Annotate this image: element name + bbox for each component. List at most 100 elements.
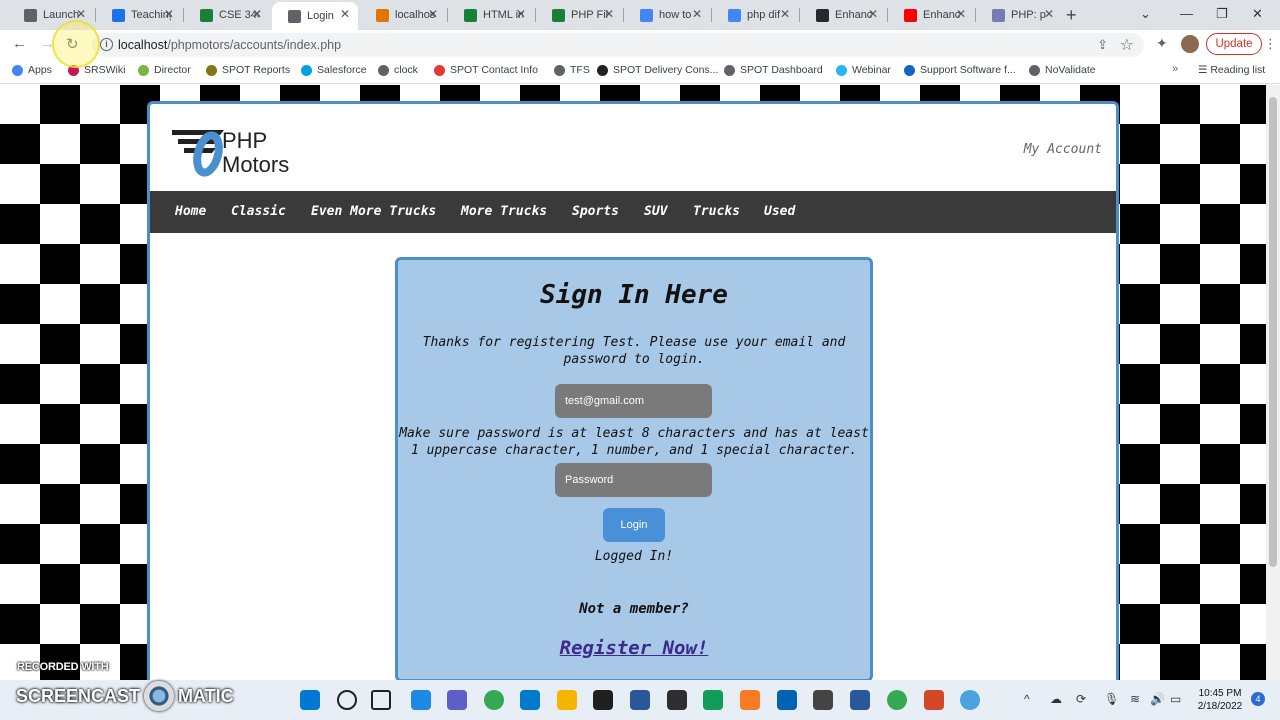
url-text[interactable]: localhost/phpmotors/accounts/index.php [118, 38, 341, 52]
chrome-2-icon[interactable] [887, 690, 907, 710]
intellij-icon[interactable] [593, 690, 613, 710]
register-link[interactable]: Register Now! [398, 637, 870, 659]
bookmark-item[interactable]: Salesforce [301, 64, 367, 76]
close-tab-icon[interactable]: ✕ [340, 7, 350, 21]
maximize-button[interactable]: ❐ [1216, 6, 1228, 22]
task-view-icon[interactable] [371, 690, 391, 710]
start-icon[interactable] [300, 690, 320, 710]
bookmark-label: SPOT Dashboard [740, 64, 823, 76]
bookmark-item[interactable]: clock [378, 64, 418, 76]
bookmark-item[interactable]: SPOT Delivery Cons... [597, 64, 718, 76]
browser-tab[interactable]: HTML in ✕ [448, 2, 534, 28]
my-account-link[interactable]: My Account [1024, 142, 1102, 157]
bookmark-star-icon[interactable]: ☆ [1120, 35, 1134, 55]
calculator-icon[interactable] [813, 690, 833, 710]
nav-sports[interactable]: Sports [572, 204, 619, 219]
browser-tab[interactable]: PHP Fil ✕ [536, 2, 622, 28]
address-bar[interactable]: i localhost/phpmotors/accounts/index.php… [92, 33, 1144, 57]
chrome-icon[interactable] [484, 690, 504, 710]
widgets-icon[interactable] [411, 690, 431, 710]
clock[interactable]: 10:45 PM 2/18/2022 [1192, 687, 1248, 713]
wifi-icon[interactable]: ≋ [1130, 692, 1140, 706]
close-tab-icon[interactable]: ✕ [428, 7, 438, 21]
scroll-thumb[interactable] [1269, 97, 1277, 567]
volume-icon[interactable]: 🔊 [1150, 692, 1165, 706]
xampp-icon[interactable] [740, 690, 760, 710]
password-hint: Make sure password is at least 8 charact… [399, 426, 869, 458]
minimize-button[interactable]: — [1180, 6, 1193, 21]
close-tab-icon[interactable]: ✕ [868, 7, 878, 21]
more-bookmarks-button[interactable]: » [1172, 63, 1178, 75]
screencast-icon[interactable] [960, 690, 980, 710]
bookmark-item[interactable]: SPOT Dashboard [724, 64, 823, 76]
bookmark-item[interactable]: TFS [554, 64, 590, 76]
browser-tab[interactable]: localhost ✕ [360, 2, 446, 28]
browser-tab[interactable]: PHP: p ✕ [976, 2, 1062, 28]
word-alt-icon[interactable] [630, 690, 650, 710]
nav-even-more-trucks[interactable]: Even More Trucks [311, 204, 436, 219]
nav-trucks[interactable]: Trucks [693, 204, 740, 219]
browser-tab[interactable]: how to ✕ [624, 2, 710, 28]
search-icon[interactable] [337, 690, 357, 710]
browser-tab[interactable]: php dif ✕ [712, 2, 798, 28]
chat-icon[interactable] [447, 690, 467, 710]
powerpoint-icon[interactable] [924, 690, 944, 710]
tab-bar: Launch ✕ Teaching ✕ CSE 340 ✕ Login ✕ localhost ✕… [0, 0, 1280, 30]
browser-tab[interactable]: Enhanc ✕ [888, 2, 974, 28]
notification-badge[interactable]: 4 [1251, 692, 1265, 706]
nav-classic[interactable]: Classic [231, 204, 286, 219]
login-button[interactable]: Login [603, 508, 665, 542]
password-field[interactable] [555, 463, 712, 497]
nav-used[interactable]: Used [764, 204, 795, 219]
close-tab-icon[interactable]: ✕ [252, 7, 262, 21]
back-icon[interactable]: ← [12, 35, 27, 52]
avatar[interactable] [1181, 35, 1199, 53]
l-app-icon[interactable] [703, 690, 723, 710]
reading-list-button[interactable]: ☰ Reading list [1198, 64, 1265, 76]
nav-home[interactable]: Home [175, 204, 206, 219]
battery-icon[interactable]: ▭ [1170, 692, 1181, 706]
tab-search-icon[interactable]: ⌄ [1140, 6, 1151, 22]
bookmark-item[interactable]: NoValidate [1029, 64, 1096, 76]
cloud-icon[interactable]: ☁ [1050, 692, 1062, 706]
share-icon[interactable]: ⇪ [1097, 37, 1108, 53]
vscode-icon[interactable] [520, 690, 540, 710]
bookmark-item[interactable]: SPOT Contact Info [434, 64, 538, 76]
nav-suv[interactable]: SUV [644, 204, 667, 219]
update-button[interactable]: Update [1206, 33, 1262, 55]
bookmark-item[interactable]: Apps [12, 64, 52, 76]
close-tab-icon[interactable]: ✕ [956, 7, 966, 21]
bookmark-favicon-icon [904, 64, 915, 76]
info-icon[interactable]: i [100, 38, 113, 51]
extensions-icon[interactable]: ✦ [1156, 35, 1168, 52]
browser-tab[interactable]: Teaching ✕ [96, 2, 182, 28]
page-scrollbar[interactable] [1266, 85, 1280, 680]
close-tab-icon[interactable]: ✕ [692, 7, 702, 21]
close-tab-icon[interactable]: ✕ [164, 7, 174, 21]
php-motors-logo[interactable]: PHP Motors [172, 126, 332, 182]
chevron-up-icon[interactable]: ^ [1024, 692, 1030, 706]
mic-icon[interactable]: 🎙 [1104, 692, 1119, 706]
word-icon[interactable] [850, 690, 870, 710]
bookmark-item[interactable]: Webinar [836, 64, 891, 76]
email-field[interactable] [555, 384, 712, 418]
photos-icon[interactable] [777, 690, 797, 710]
explorer-icon[interactable] [557, 690, 577, 710]
browser-tab[interactable]: Login ✕ [272, 2, 358, 30]
close-tab-icon[interactable]: ✕ [604, 7, 614, 21]
menu-icon[interactable]: ⋮ [1264, 36, 1277, 52]
bookmark-item[interactable]: SPOT Reports [206, 64, 290, 76]
close-tab-icon[interactable]: ✕ [516, 7, 526, 21]
close-window-button[interactable]: ✕ [1252, 6, 1263, 22]
new-tab-button[interactable]: + [1066, 5, 1077, 26]
nav-more-trucks[interactable]: More Trucks [461, 204, 547, 219]
bookmark-item[interactable]: Support Software f... [904, 64, 1016, 76]
close-tab-icon[interactable]: ✕ [76, 7, 86, 21]
bookmark-item[interactable]: Director [138, 64, 191, 76]
close-tab-icon[interactable]: ✕ [1044, 7, 1054, 21]
browser-tab[interactable]: Enhanc ✕ [800, 2, 886, 28]
browser-tab[interactable]: CSE 340 ✕ [184, 2, 270, 28]
sync-icon[interactable]: ⟳ [1076, 692, 1086, 706]
nox-icon[interactable] [667, 690, 687, 710]
close-tab-icon[interactable]: ✕ [780, 7, 790, 21]
